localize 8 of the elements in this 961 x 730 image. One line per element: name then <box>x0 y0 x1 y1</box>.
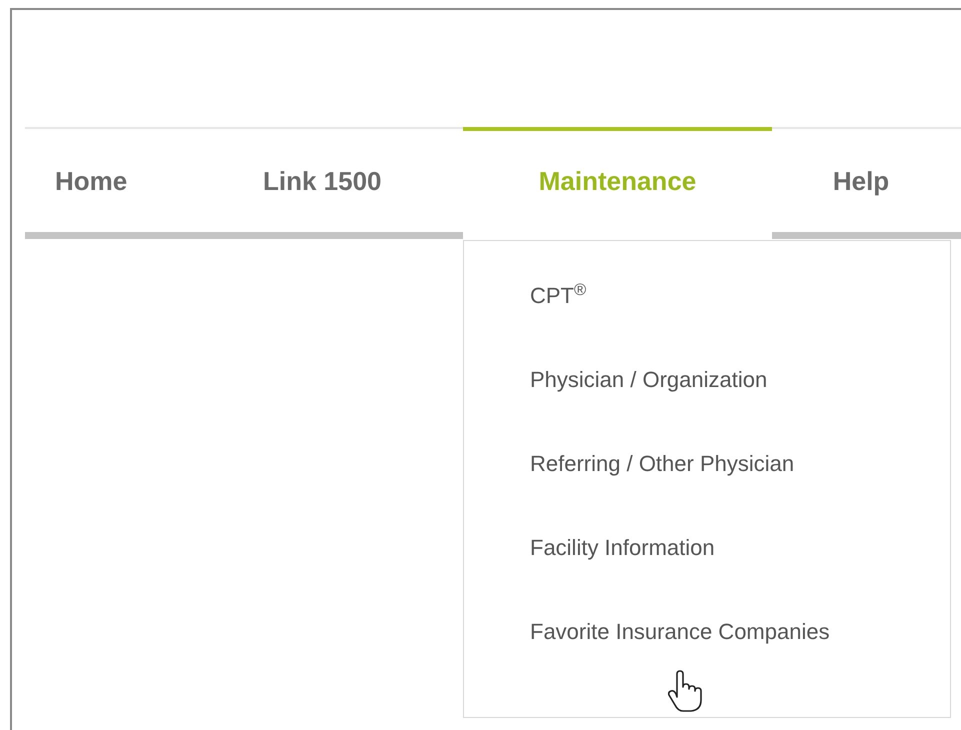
menu-item[interactable]: Facility Information <box>530 535 715 560</box>
menu-item[interactable]: Referring / Other Physician <box>530 451 794 476</box>
nav-tab[interactable]: Link 1500 <box>263 127 463 239</box>
nav-tab[interactable]: Home <box>25 127 263 239</box>
hand-cursor-icon <box>668 670 702 712</box>
menu-item[interactable]: Physician / Organization <box>530 367 768 392</box>
menu-item[interactable]: Favorite Insurance Companies <box>530 619 830 644</box>
menu-item[interactable]: CPT$^{®}$ <box>530 283 586 308</box>
